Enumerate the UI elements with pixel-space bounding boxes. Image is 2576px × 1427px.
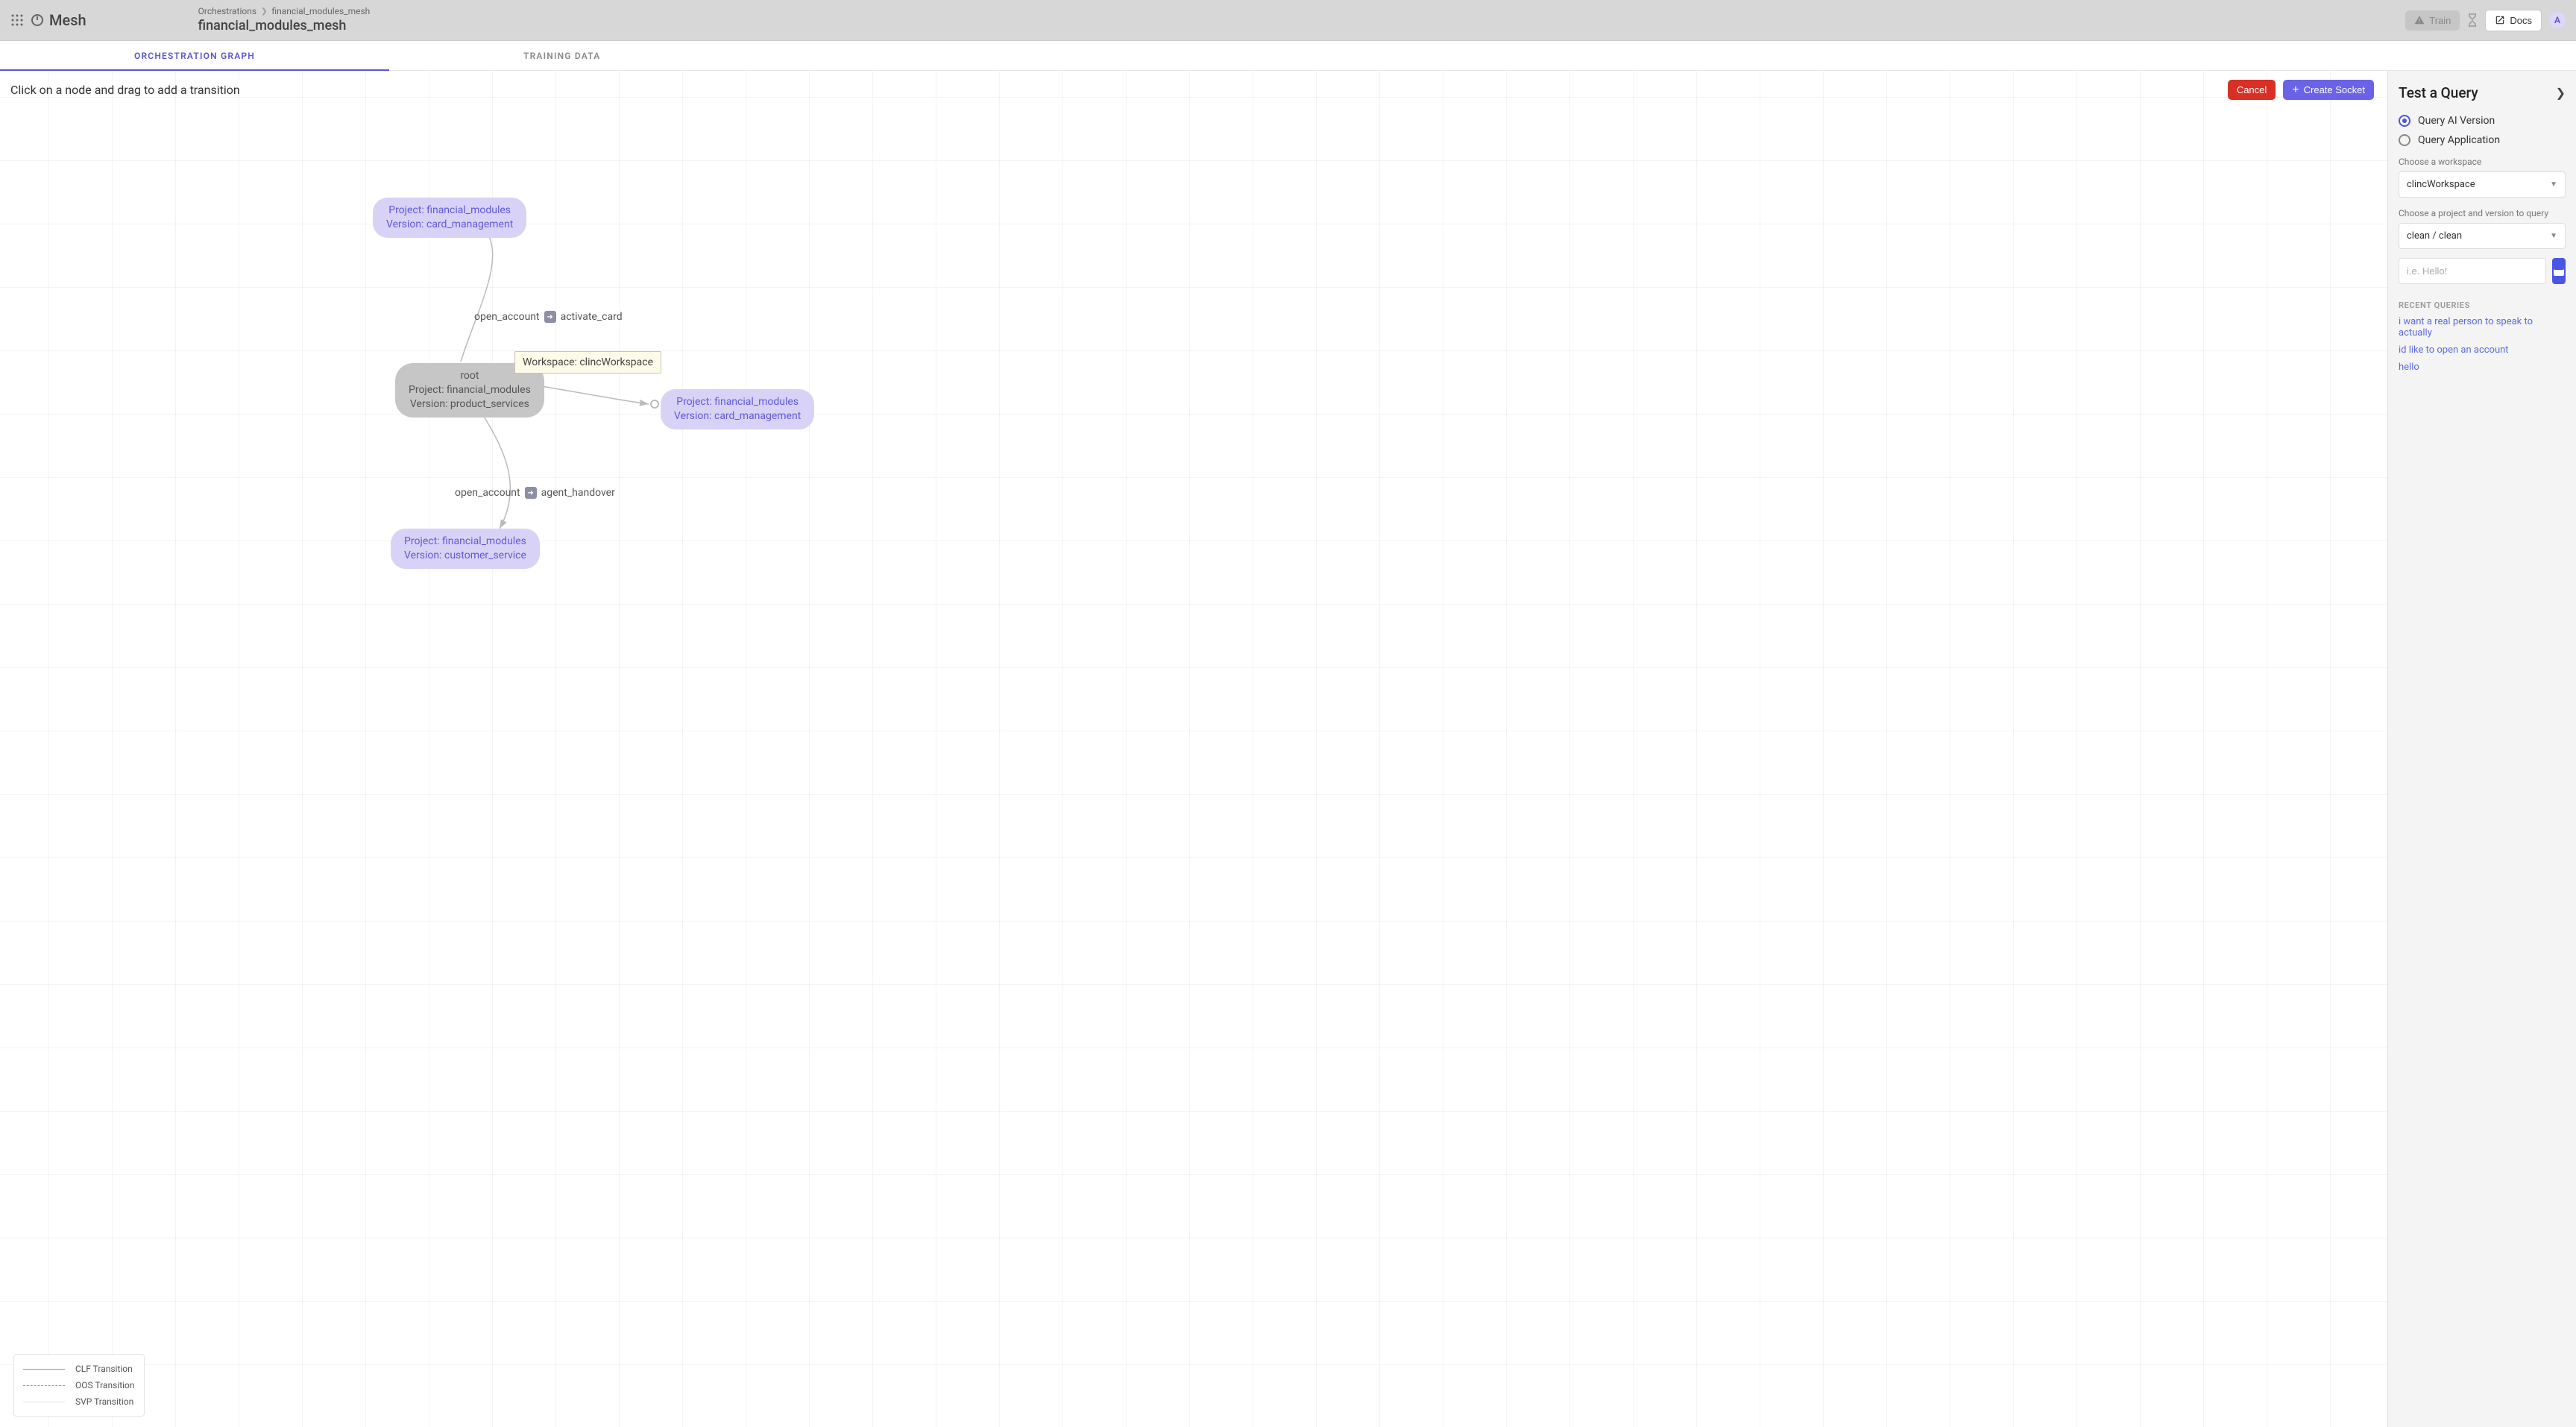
caret-down-icon: ▼ bbox=[2550, 232, 2557, 240]
grid-background bbox=[0, 71, 2387, 1427]
workspace-tooltip: Workspace: clincWorkspace bbox=[514, 351, 661, 374]
node-customer-service[interactable]: Project: financial_modules Version: cust… bbox=[391, 529, 540, 569]
topbar-actions: Train Docs A bbox=[2405, 10, 2566, 31]
breadcrumb-leaf[interactable]: financial_modules_mesh bbox=[271, 6, 370, 18]
project-version-select[interactable]: clean / clean ▼ bbox=[2399, 223, 2566, 249]
edge-top-from: open_account bbox=[474, 311, 540, 323]
legend-line-dashed bbox=[23, 1385, 65, 1386]
apps-grid-icon[interactable] bbox=[10, 13, 24, 27]
node-root-line3: Version: product_services bbox=[409, 397, 531, 412]
project-select-value: clean / clean bbox=[2407, 230, 2462, 242]
avatar-initial: A bbox=[2554, 15, 2560, 25]
tab-bar: ORCHESTRATION GRAPH TRAINING DATA bbox=[0, 41, 2576, 71]
breadcrumb-root[interactable]: Orchestrations bbox=[198, 6, 256, 18]
cancel-button[interactable]: Cancel bbox=[2228, 80, 2276, 100]
tooltip-text: Workspace: clincWorkspace bbox=[523, 356, 653, 368]
workspace-select-value: clincWorkspace bbox=[2407, 179, 2475, 190]
breadcrumb: Orchestrations ❯ financial_modules_mesh bbox=[198, 6, 371, 18]
edge-label-bottom: open_account ➜ agent_handover bbox=[455, 487, 615, 499]
canvas-hint: Click on a node and drag to add a transi… bbox=[10, 83, 240, 97]
edge-bottom-from: open_account bbox=[455, 487, 520, 499]
legend-line-solid bbox=[23, 1369, 65, 1370]
legend-svp-label: SVP Transition bbox=[75, 1396, 133, 1407]
query-input[interactable] bbox=[2399, 258, 2546, 284]
node-card-management-right[interactable]: Project: financial_modules Version: card… bbox=[661, 389, 814, 429]
tab-training-data[interactable]: TRAINING DATA bbox=[389, 41, 734, 70]
arrow-right-icon: ➜ bbox=[544, 311, 556, 323]
create-socket-button[interactable]: + Create Socket bbox=[2283, 80, 2374, 100]
tab-graph-label: ORCHESTRATION GRAPH bbox=[134, 51, 255, 61]
panel-title: Test a Query bbox=[2399, 84, 2478, 101]
node-card-management-top[interactable]: Project: financial_modules Version: card… bbox=[373, 198, 526, 238]
legend-svp: SVP Transition bbox=[23, 1393, 135, 1410]
edge-top-to: activate_card bbox=[561, 311, 623, 323]
radio-query-application[interactable]: Query Application bbox=[2399, 134, 2566, 146]
test-query-panel: Test a Query ❯ Query AI Version Query Ap… bbox=[2388, 71, 2576, 1427]
docs-button[interactable]: Docs bbox=[2485, 10, 2542, 31]
node-root-line2: Project: financial_modules bbox=[409, 383, 531, 397]
caret-down-icon: ▼ bbox=[2550, 180, 2557, 189]
panel-header: Test a Query ❯ bbox=[2399, 84, 2566, 101]
radio-checked-icon bbox=[2399, 115, 2410, 127]
brand-name: Mesh bbox=[49, 11, 86, 29]
edge-bottom-to: agent_handover bbox=[541, 487, 615, 499]
node-right-line2: Version: card_management bbox=[674, 409, 801, 423]
node-top-line1: Project: financial_modules bbox=[386, 204, 513, 218]
avatar[interactable]: A bbox=[2549, 12, 2566, 28]
project-select-label: Choose a project and version to query bbox=[2399, 208, 2566, 218]
train-button[interactable]: Train bbox=[2405, 10, 2460, 31]
arrow-right-icon: ➜ bbox=[525, 487, 537, 499]
recent-query-item[interactable]: hello bbox=[2399, 362, 2566, 373]
warning-icon bbox=[2414, 15, 2425, 25]
send-icon bbox=[2553, 266, 2565, 277]
query-input-row bbox=[2399, 258, 2566, 284]
workspace-select[interactable]: clincWorkspace ▼ bbox=[2399, 171, 2566, 198]
chevron-right-icon[interactable]: ❯ bbox=[2556, 86, 2566, 100]
socket-handle[interactable] bbox=[650, 400, 659, 409]
hourglass-icon[interactable] bbox=[2467, 13, 2478, 27]
recent-queries-header: RECENT QUERIES bbox=[2399, 300, 2566, 310]
node-bottom-line2: Version: customer_service bbox=[404, 549, 526, 563]
legend-clf-label: CLF Transition bbox=[75, 1364, 133, 1374]
tab-orchestration-graph[interactable]: ORCHESTRATION GRAPH bbox=[0, 41, 389, 70]
radio-app-label: Query Application bbox=[2418, 134, 2500, 146]
page-title: financial_modules_mesh bbox=[198, 17, 371, 34]
graph-canvas[interactable]: Click on a node and drag to add a transi… bbox=[0, 71, 2388, 1427]
canvas-actions: Cancel + Create Socket bbox=[2228, 80, 2374, 100]
radio-ai-label: Query AI Version bbox=[2418, 115, 2495, 127]
node-top-line2: Version: card_management bbox=[386, 218, 513, 232]
edge-label-top: open_account ➜ activate_card bbox=[474, 311, 623, 323]
node-right-line1: Project: financial_modules bbox=[674, 395, 801, 409]
breadcrumb-and-title: Orchestrations ❯ financial_modules_mesh … bbox=[198, 6, 371, 35]
recent-query-item[interactable]: id like to open an account bbox=[2399, 344, 2566, 356]
create-socket-label: Create Socket bbox=[2304, 84, 2365, 95]
train-label: Train bbox=[2429, 15, 2451, 26]
legend-oos: OOS Transition bbox=[23, 1377, 135, 1393]
node-bottom-line1: Project: financial_modules bbox=[404, 535, 526, 549]
legend: CLF Transition OOS Transition SVP Transi… bbox=[13, 1354, 145, 1417]
recent-query-item[interactable]: i want a real person to speak to actuall… bbox=[2399, 316, 2566, 338]
legend-clf: CLF Transition bbox=[23, 1361, 135, 1377]
brand-logo-icon bbox=[31, 14, 43, 26]
export-icon bbox=[2495, 15, 2505, 25]
radio-query-ai-version[interactable]: Query AI Version bbox=[2399, 115, 2566, 127]
main: Click on a node and drag to add a transi… bbox=[0, 71, 2576, 1427]
brand[interactable]: Mesh bbox=[31, 11, 86, 29]
legend-oos-label: OOS Transition bbox=[75, 1380, 135, 1390]
workspace-select-label: Choose a workspace bbox=[2399, 157, 2566, 167]
tab-training-label: TRAINING DATA bbox=[523, 51, 600, 61]
cancel-label: Cancel bbox=[2237, 84, 2267, 95]
topbar: Mesh Orchestrations ❯ financial_modules_… bbox=[0, 0, 2576, 41]
send-query-button[interactable] bbox=[2552, 258, 2566, 284]
docs-label: Docs bbox=[2510, 15, 2532, 26]
chevron-right-icon: ❯ bbox=[261, 7, 267, 16]
radio-unchecked-icon bbox=[2399, 134, 2410, 146]
node-root-line1: root bbox=[409, 369, 531, 383]
